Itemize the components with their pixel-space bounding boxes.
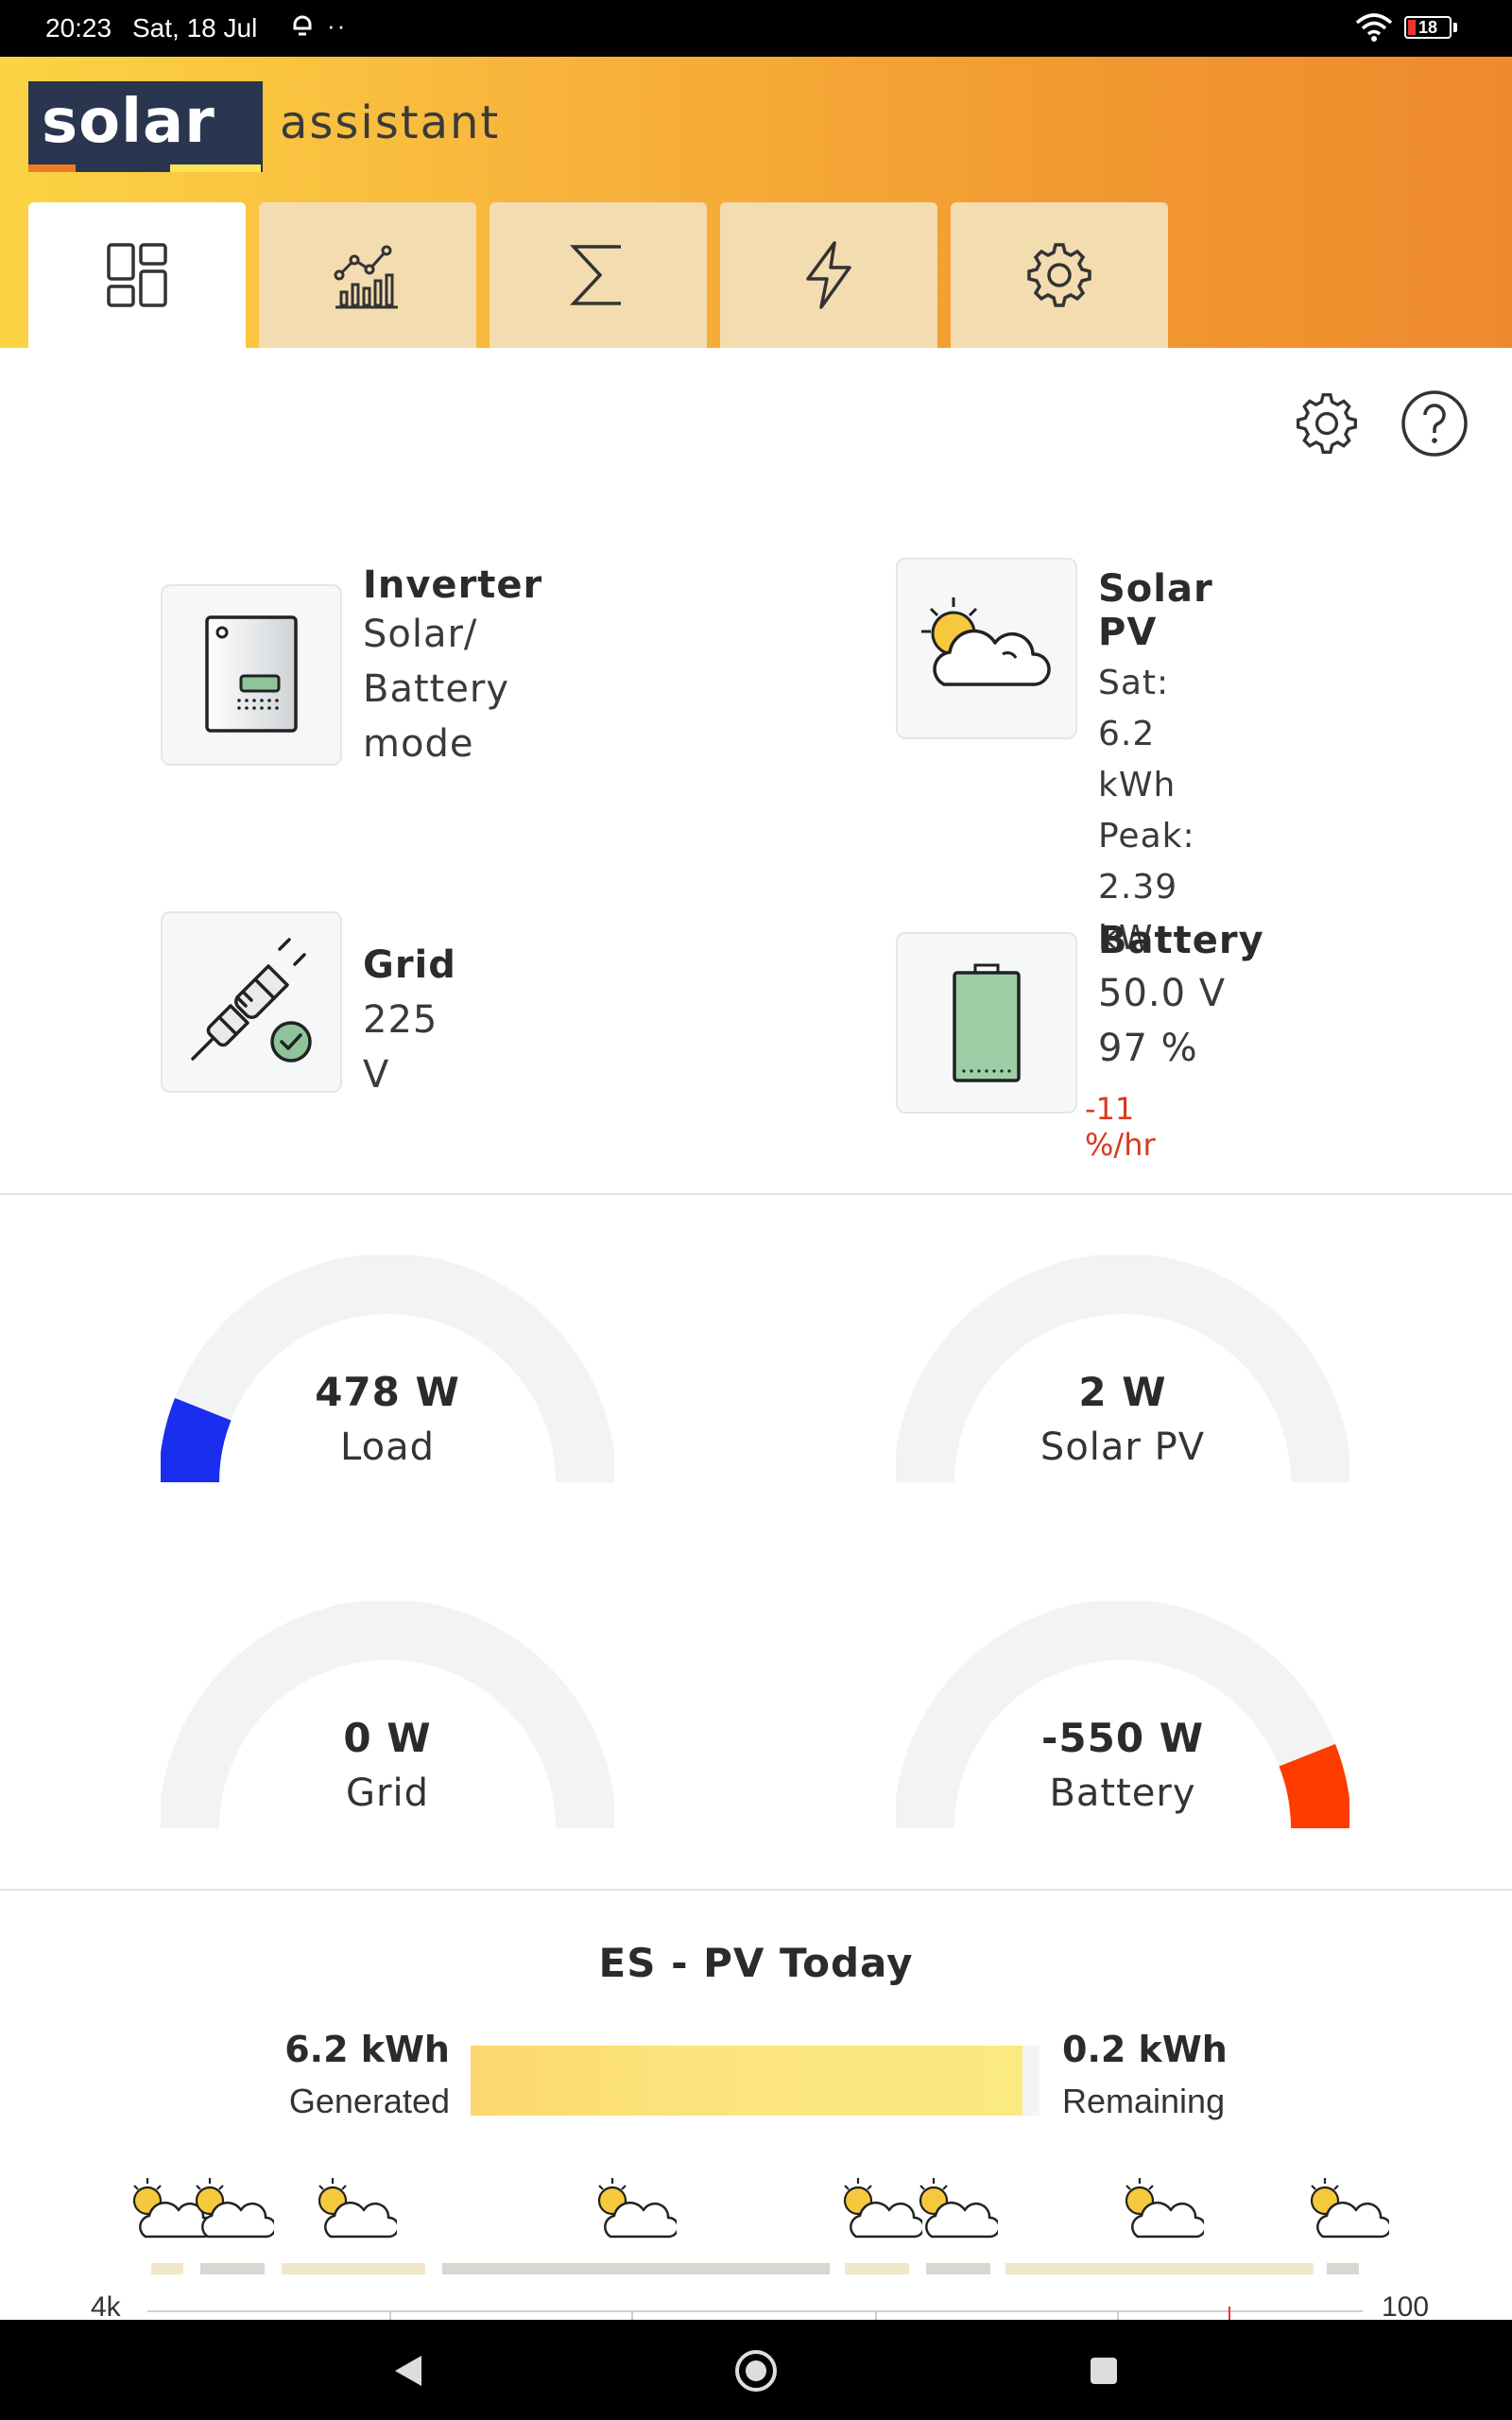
battery-rate: -11 %/hr — [1085, 1091, 1156, 1163]
inverter-icon — [205, 615, 298, 733]
pv-progress-bar — [471, 2046, 1040, 2116]
forecast-segment — [200, 2263, 265, 2274]
battery-icon-box — [896, 932, 1077, 1114]
help-icon — [1401, 390, 1468, 457]
gauge-value: 2 W — [1078, 1369, 1167, 1415]
divider — [0, 1889, 1512, 1891]
battery-title: Battery — [1098, 919, 1264, 962]
partly-cloudy-icon — [1304, 2172, 1392, 2248]
more-notifications-icon: ·· — [327, 11, 348, 40]
sum-icon — [569, 245, 621, 305]
gear-icon — [1027, 243, 1091, 307]
pv-remaining-label: Remaining — [1062, 2082, 1226, 2120]
help-button[interactable] — [1399, 388, 1470, 459]
axis-tick — [389, 2310, 391, 2320]
gauge-value: 478 W — [315, 1369, 460, 1415]
axis-left-label: 4k — [91, 2291, 121, 2323]
battery-percent: 18 — [1418, 17, 1438, 37]
grid-gauge[interactable]: 0 W Grid — [161, 1601, 614, 1838]
gauge-value: -550 W — [1040, 1715, 1205, 1761]
dashboard-icon — [107, 243, 167, 307]
navigation-bar — [0, 2320, 1512, 2420]
inverter-mode-line1: Solar/ — [363, 613, 478, 656]
pv-generated-value: 6.2 kWh — [284, 2029, 450, 2070]
pv-today-title: ES - PV Today — [598, 1940, 914, 1986]
gauge-label: Grid — [346, 1772, 429, 1815]
forecast-segment — [926, 2263, 990, 2274]
axis-tick — [875, 2310, 877, 2320]
partly-cloudy-icon — [189, 2172, 277, 2248]
battery-gauge[interactable]: -550 W Battery — [896, 1601, 1349, 1838]
grid-title: Grid — [363, 943, 456, 987]
app-logo: solar — [28, 81, 263, 172]
forecast-segment — [1005, 2263, 1314, 2274]
pv-remaining-value: 0.2 kWh — [1062, 2029, 1228, 2070]
gauge-label: Load — [340, 1426, 435, 1469]
pv-progress-fill — [471, 2046, 1022, 2116]
battery-soc: 97 % — [1098, 1027, 1198, 1070]
inverter-title: Inverter — [363, 563, 543, 607]
partly-cloudy-icon — [921, 597, 1051, 686]
dashboard-settings-button[interactable] — [1291, 388, 1363, 459]
partly-cloudy-icon — [592, 2172, 679, 2248]
axis-tick — [1117, 2310, 1119, 2320]
notification-icon — [291, 13, 314, 46]
status-time: 20:23 — [45, 13, 112, 43]
chart-icon — [334, 245, 398, 309]
back-icon — [395, 2356, 421, 2386]
battery-icon — [953, 963, 1021, 1082]
inverter-mode-line2: Battery — [363, 667, 510, 711]
partly-cloudy-icon — [913, 2172, 1001, 2248]
tab-dashboard[interactable] — [28, 202, 246, 348]
forecast-segment — [442, 2263, 830, 2274]
gauge-label: Battery — [1049, 1772, 1196, 1815]
battery-voltage: 50.0 V — [1098, 972, 1227, 1015]
forecast-segment — [151, 2263, 183, 2274]
tab-charts[interactable] — [259, 202, 476, 348]
axis-right-label: 100 — [1382, 2291, 1430, 2323]
tab-power[interactable] — [720, 202, 937, 348]
forecast-segment — [845, 2263, 909, 2274]
partly-cloudy-icon — [312, 2172, 400, 2248]
inverter-mode-line3: mode — [363, 722, 474, 766]
lightning-icon — [806, 241, 851, 309]
recents-icon — [1091, 2358, 1117, 2384]
tab-totals[interactable] — [490, 202, 707, 348]
home-icon — [735, 2350, 777, 2392]
gauge-label: Solar PV — [1040, 1426, 1206, 1469]
forecast-segment — [1327, 2263, 1359, 2274]
partly-cloudy-icon — [837, 2172, 925, 2248]
forecast-segment — [282, 2263, 425, 2274]
axis-line — [147, 2310, 1363, 2312]
partly-cloudy-icon — [1119, 2172, 1207, 2248]
grid-plug-icon — [191, 938, 312, 1063]
home-button[interactable] — [730, 2344, 782, 2397]
logo-subtitle: assistant — [280, 96, 501, 149]
current-time-marker — [1228, 2307, 1230, 2320]
inverter-icon-box — [161, 584, 342, 766]
load-gauge[interactable]: 478 W Load — [161, 1255, 614, 1492]
status-bar: 20:23 Sat, 18 Jul ·· 18 — [0, 0, 1512, 57]
gear-icon — [1297, 393, 1357, 454]
back-button[interactable] — [382, 2344, 435, 2397]
grid-icon-box — [161, 911, 342, 1093]
solar-gauge[interactable]: 2 W Solar PV — [896, 1255, 1349, 1492]
solar-icon-box — [896, 558, 1077, 739]
axis-tick — [631, 2310, 633, 2320]
wifi-icon — [1355, 13, 1393, 48]
tab-settings[interactable] — [951, 202, 1168, 348]
solar-title: Solar PV — [1098, 567, 1213, 654]
divider — [0, 1193, 1512, 1195]
gauge-value: 0 W — [343, 1715, 432, 1761]
recents-button[interactable] — [1077, 2344, 1130, 2397]
app-header: solar assistant — [0, 57, 1512, 348]
grid-voltage: 225 V — [363, 998, 438, 1097]
logo-word: solar — [42, 87, 215, 157]
solar-daily-energy: Sat: 6.2 kWh — [1098, 664, 1177, 804]
battery-status-icon: 18 — [1404, 16, 1452, 39]
status-date: Sat, 18 Jul — [132, 13, 258, 43]
pv-generated-label: Generated — [288, 2082, 450, 2120]
